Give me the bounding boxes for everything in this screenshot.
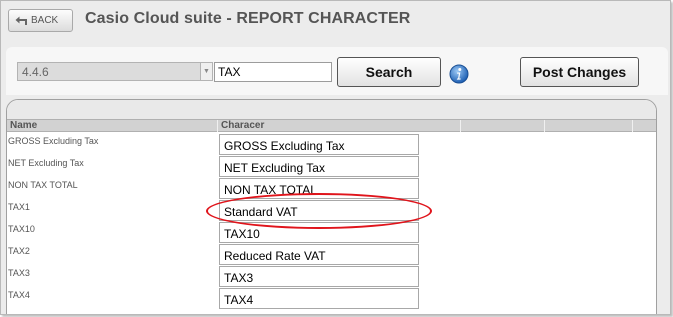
- table-row: TAX3: [7, 266, 656, 288]
- character-input[interactable]: [219, 288, 419, 309]
- row-name: TAX1: [8, 202, 30, 212]
- table-row: TAX4: [7, 288, 656, 310]
- column-header-character[interactable]: Characer: [218, 120, 461, 132]
- table-row: TAX1: [7, 200, 656, 222]
- table-row: NET Excluding Tax: [7, 156, 656, 178]
- character-input[interactable]: [219, 222, 419, 243]
- column-header-empty: [633, 120, 656, 132]
- character-input[interactable]: [219, 156, 419, 177]
- version-select[interactable]: 4.4.6 ▼: [17, 62, 213, 81]
- table-header: Name Characer: [7, 119, 656, 132]
- row-name: TAX2: [8, 246, 30, 256]
- character-input[interactable]: [219, 266, 419, 287]
- info-icon[interactable]: [449, 64, 469, 84]
- report-table-panel: Name Characer GROSS Excluding Tax NET Ex…: [6, 99, 657, 314]
- back-arrow-icon: [15, 16, 27, 25]
- app-window: BACK Casio Cloud suite - REPORT CHARACTE…: [0, 0, 671, 315]
- column-header-empty: [461, 120, 545, 132]
- version-value: 4.4.6: [22, 65, 49, 79]
- character-input[interactable]: [219, 178, 419, 199]
- panel-top-bar: [7, 100, 656, 119]
- toolbar: 4.4.6 ▼ Search Post Changes: [6, 47, 668, 95]
- search-button[interactable]: Search: [337, 57, 441, 87]
- row-name: NON TAX TOTAL: [8, 180, 78, 190]
- character-input[interactable]: [219, 200, 419, 221]
- table-row: NON TAX TOTAL: [7, 178, 656, 200]
- row-name: TAX10: [8, 224, 35, 234]
- page-title: Casio Cloud suite - REPORT CHARACTER: [85, 10, 411, 27]
- table-row: TAX10: [7, 222, 656, 244]
- row-name: GROSS Excluding Tax: [8, 136, 99, 146]
- back-label: BACK: [31, 15, 59, 26]
- character-input[interactable]: [219, 244, 419, 265]
- table-row: GROSS Excluding Tax: [7, 134, 656, 156]
- dropdown-arrow-icon[interactable]: ▼: [200, 63, 212, 80]
- column-header-name[interactable]: Name: [7, 120, 218, 132]
- character-input[interactable]: [219, 134, 419, 155]
- column-header-empty: [545, 120, 633, 132]
- header: BACK Casio Cloud suite - REPORT CHARACTE…: [1, 1, 670, 41]
- search-input[interactable]: [214, 62, 332, 82]
- row-name: NET Excluding Tax: [8, 158, 84, 168]
- back-button[interactable]: BACK: [8, 9, 73, 32]
- row-name: TAX4: [8, 290, 30, 300]
- row-name: TAX3: [8, 268, 30, 278]
- table-row: TAX2: [7, 244, 656, 266]
- post-changes-button[interactable]: Post Changes: [520, 57, 639, 87]
